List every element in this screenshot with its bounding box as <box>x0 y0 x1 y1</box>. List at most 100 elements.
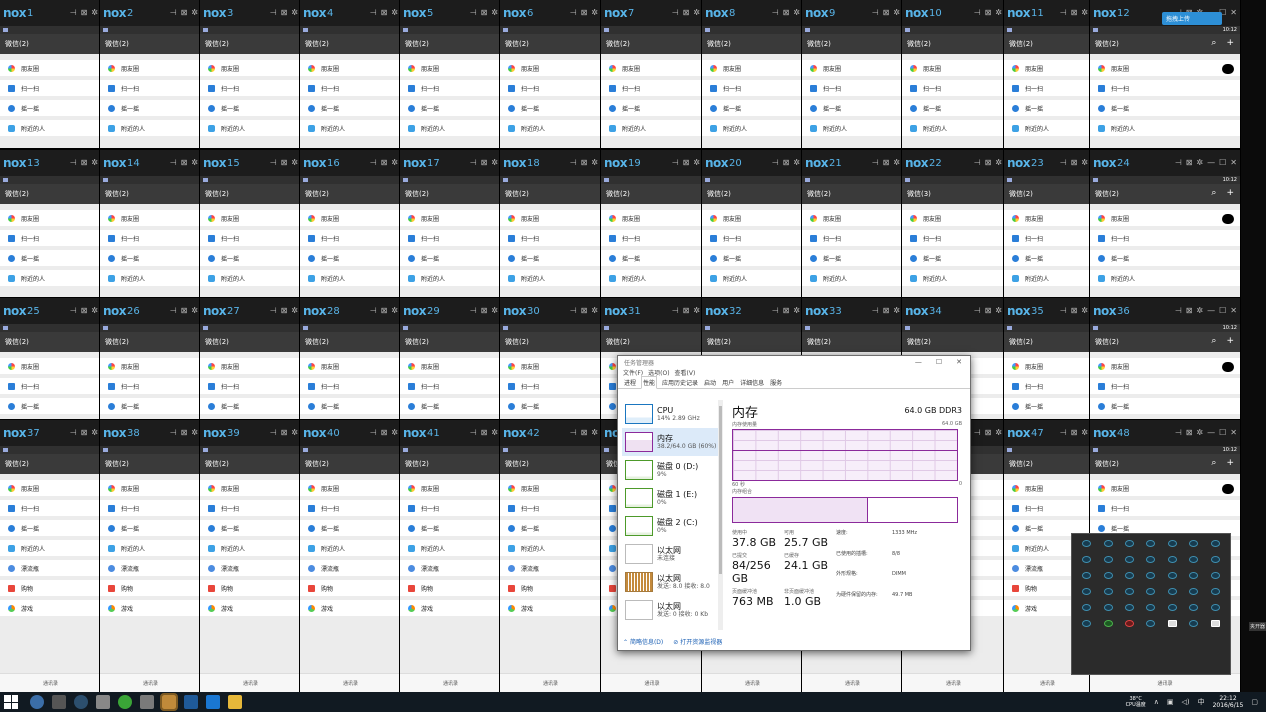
menu-row-moments[interactable]: 朋友圈 <box>500 358 601 374</box>
tray-app-icon[interactable] <box>1146 572 1156 579</box>
search-icon[interactable]: ⌕ <box>1211 38 1216 48</box>
gear-icon[interactable]: ✲ <box>391 428 398 438</box>
mail-icon[interactable]: ⊠ <box>683 8 690 18</box>
emulator-window[interactable]: nox 8 ⊣ ⊠ ✲ 微信(2) 朋友圈 扫一扫 摇一摇 附近的人 <box>702 0 803 148</box>
files-icon[interactable] <box>96 695 110 709</box>
wechat-icon[interactable] <box>118 695 132 709</box>
menu-row-moments[interactable]: 朋友圈 <box>0 358 101 374</box>
pin-icon[interactable]: ⊣ <box>70 158 77 168</box>
tray-app-icon[interactable] <box>1082 540 1092 547</box>
gear-icon[interactable]: ✲ <box>1196 306 1203 316</box>
mail-icon[interactable]: ⊠ <box>883 158 890 168</box>
gear-icon[interactable]: ✲ <box>91 306 98 316</box>
perf-item[interactable]: 内存 38.2/64.0 GB (60%) <box>622 428 718 456</box>
menu-row-shake[interactable]: 摇一摇 <box>0 250 101 266</box>
emulator-window[interactable]: nox 38 ⊣ ⊠ ✲ 微信(2) 朋友圈 扫一扫 摇一摇 附近的人 漂流瓶 购物 游戏 通讯录 <box>100 420 201 692</box>
mail-icon[interactable]: ⊠ <box>1186 428 1193 438</box>
emulator-window[interactable]: nox 21 ⊣ ⊠ ✲ 微信(2) 朋友圈 扫一扫 摇一摇 附近的人 <box>802 150 903 300</box>
menu-row-shake[interactable]: 摇一摇 <box>300 398 401 414</box>
menu-row-shop[interactable]: 购物 <box>300 580 401 596</box>
tray-app-icon[interactable] <box>1103 588 1113 595</box>
menu-row-scan[interactable]: 扫一扫 <box>1090 80 1240 96</box>
pin-icon[interactable]: ⊣ <box>974 8 981 18</box>
menu-row-shake[interactable]: 摇一摇 <box>802 100 903 116</box>
mail-icon[interactable]: ⊠ <box>481 8 488 18</box>
menu-row-moments[interactable]: 朋友圈 <box>1090 60 1240 76</box>
menu-row-moments[interactable]: 朋友圈 <box>1004 60 1091 76</box>
menu-row-moments[interactable]: 朋友圈 <box>500 210 601 226</box>
emulator-titlebar[interactable]: nox 32 ⊣ ⊠ ✲ <box>702 298 803 324</box>
menu-row-shake[interactable]: 摇一摇 <box>400 100 501 116</box>
menu-row-game[interactable]: 游戏 <box>300 600 401 616</box>
gear-icon[interactable]: ✲ <box>893 8 900 18</box>
gear-icon[interactable]: ✲ <box>291 306 298 316</box>
upload-button[interactable]: 拖拽上传 <box>1162 12 1222 25</box>
gear-icon[interactable]: ✲ <box>995 158 1002 168</box>
menu-row-game[interactable]: 游戏 <box>100 600 201 616</box>
pin-icon[interactable]: ⊣ <box>570 428 577 438</box>
pin-icon[interactable]: ⊣ <box>672 158 679 168</box>
menu-row-shake[interactable]: 摇一摇 <box>1004 100 1091 116</box>
menu-row-moments[interactable]: 朋友圈 <box>300 60 401 76</box>
perf-item[interactable]: 磁盘 0 (D:) 9% <box>622 456 718 484</box>
menu-row-shake[interactable]: 摇一摇 <box>200 250 301 266</box>
emulator-window[interactable]: nox 11 ⊣ ⊠ ✲ 微信(2) 朋友圈 扫一扫 摇一摇 附近的人 <box>1004 0 1091 148</box>
gear-icon[interactable]: ✲ <box>291 8 298 18</box>
tray-app-icon[interactable] <box>1167 588 1177 595</box>
tray-app-icon[interactable] <box>1210 620 1220 627</box>
tray-app-icon[interactable] <box>1167 604 1177 611</box>
sidebar-scrollbar[interactable] <box>718 400 723 630</box>
emulator-titlebar[interactable]: nox 13 ⊣ ⊠ ✲ <box>0 150 101 176</box>
gear-icon[interactable]: ✲ <box>391 8 398 18</box>
tab-2[interactable]: 应用历史记录 <box>661 377 699 388</box>
gear-icon[interactable]: ✲ <box>1081 428 1088 438</box>
menu-row-shake[interactable]: 摇一摇 <box>1090 398 1240 414</box>
notification-icon[interactable]: ▢ <box>1251 698 1258 706</box>
emulator-titlebar[interactable]: nox 40 ⊣ ⊠ ✲ <box>300 420 401 446</box>
pin-icon[interactable]: ⊣ <box>70 8 77 18</box>
menu-row-scan[interactable]: 扫一扫 <box>702 80 803 96</box>
menu-row-scan[interactable]: 扫一扫 <box>802 230 903 246</box>
tray-app-icon[interactable] <box>1103 556 1113 563</box>
tray-app-icon[interactable] <box>1146 604 1156 611</box>
nav-contacts[interactable]: 通讯录 <box>143 680 158 687</box>
mail-icon[interactable]: ⊠ <box>381 306 388 316</box>
menu-row-moments[interactable]: 朋友圈 <box>500 60 601 76</box>
menu-row-moments[interactable]: 朋友圈 <box>400 480 501 496</box>
emulator-window[interactable]: nox 1 ⊣ ⊠ ✲ 微信(2) 朋友圈 扫一扫 摇一摇 附近的人 <box>0 0 101 148</box>
pin-icon[interactable]: ⊣ <box>570 8 577 18</box>
pin-icon[interactable]: ⊣ <box>1060 306 1067 316</box>
emulator-titlebar[interactable]: nox 25 ⊣ ⊠ ✲ <box>0 298 101 324</box>
mail-icon[interactable]: ⊠ <box>181 8 188 18</box>
tray-app-icon[interactable] <box>1082 604 1092 611</box>
nav-contacts[interactable]: 通讯录 <box>43 680 58 687</box>
pin-icon[interactable]: ⊣ <box>672 306 679 316</box>
emulator-window[interactable]: nox 6 ⊣ ⊠ ✲ 微信(2) 朋友圈 扫一扫 摇一摇 附近的人 <box>500 0 601 148</box>
menu-row-shake[interactable]: 摇一摇 <box>100 398 201 414</box>
menu-row-scan[interactable]: 扫一扫 <box>500 230 601 246</box>
gear-icon[interactable]: ✲ <box>893 158 900 168</box>
menu-row-nearby[interactable]: 附近的人 <box>601 270 703 286</box>
menu-row-shake[interactable]: 摇一摇 <box>0 398 101 414</box>
pin-icon[interactable]: ⊣ <box>370 8 377 18</box>
mail-icon[interactable]: ⊠ <box>1071 8 1078 18</box>
minimize-icon[interactable]: — <box>1207 306 1215 316</box>
menu-row-nearby[interactable]: 附近的人 <box>300 120 401 136</box>
menu-row-scan[interactable]: 扫一扫 <box>300 80 401 96</box>
pin-icon[interactable]: ⊣ <box>370 306 377 316</box>
emulator-window[interactable]: nox 14 ⊣ ⊠ ✲ 微信(2) 朋友圈 扫一扫 摇一摇 附近的人 <box>100 150 201 300</box>
add-icon[interactable]: + <box>1226 336 1234 346</box>
emulator-window[interactable]: nox 9 ⊣ ⊠ ✲ 微信(2) 朋友圈 扫一扫 摇一摇 附近的人 <box>802 0 903 148</box>
tray-app-icon[interactable] <box>1189 540 1199 547</box>
tray-app-icon[interactable] <box>1210 604 1220 611</box>
menu-row-moments[interactable]: 朋友圈 <box>902 60 1005 76</box>
emulator-titlebar[interactable]: nox 17 ⊣ ⊠ ✲ <box>400 150 501 176</box>
pin-icon[interactable]: ⊣ <box>370 158 377 168</box>
tab-6[interactable]: 服务 <box>769 377 783 388</box>
gear-icon[interactable]: ✲ <box>893 306 900 316</box>
search-icon[interactable]: ⌕ <box>1211 188 1216 198</box>
emulator-window[interactable]: nox 3 ⊣ ⊠ ✲ 微信(2) 朋友圈 扫一扫 摇一摇 附近的人 <box>200 0 301 148</box>
pin-icon[interactable]: ⊣ <box>570 306 577 316</box>
emulator-titlebar[interactable]: nox 14 ⊣ ⊠ ✲ <box>100 150 201 176</box>
menu-row-moments[interactable]: 朋友圈 <box>500 480 601 496</box>
